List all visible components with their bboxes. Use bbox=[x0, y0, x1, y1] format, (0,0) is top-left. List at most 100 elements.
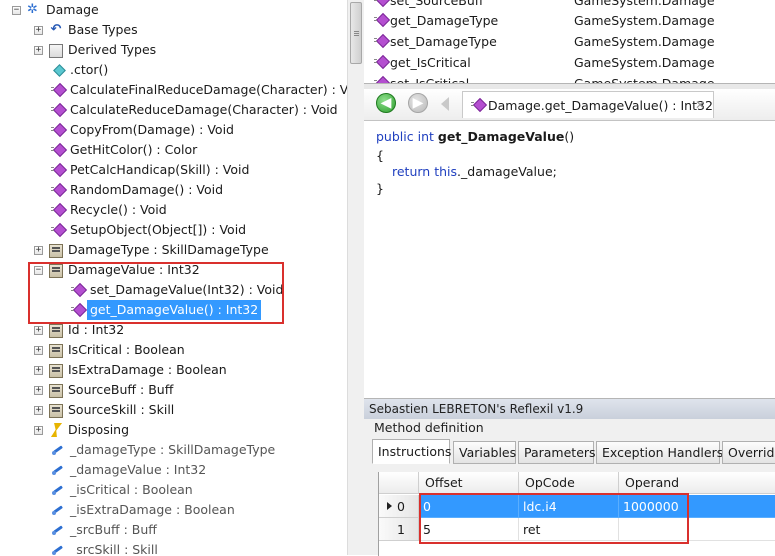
tree-node-property[interactable]: + SourceBuff : Buff bbox=[34, 380, 173, 400]
tab-instructions[interactable]: Instructions bbox=[372, 439, 451, 464]
tree-node-label: _isExtraDamage : Boolean bbox=[70, 502, 235, 517]
list-item[interactable]: set_DamageType GameSystem.Damage bbox=[364, 31, 775, 52]
method-icon bbox=[51, 223, 65, 237]
expand-toggle[interactable]: + bbox=[34, 245, 43, 255]
method-icon bbox=[51, 143, 65, 157]
tree-node-method[interactable]: RandomDamage() : Void bbox=[51, 180, 223, 200]
tree-node-method[interactable]: GetHitColor() : Color bbox=[51, 140, 197, 160]
list-item[interactable]: get_IsCritical GameSystem.Damage bbox=[364, 52, 775, 73]
tab-exception-handlers[interactable]: Exception Handlers bbox=[596, 441, 723, 464]
tree-node-label: Derived Types bbox=[68, 42, 157, 57]
expand-toggle[interactable]: + bbox=[34, 425, 43, 435]
tree-node-property[interactable]: + DamageType : SkillDamageType bbox=[34, 240, 269, 260]
column-header-opcode[interactable]: OpCode bbox=[519, 472, 619, 494]
member-declaring-type: GameSystem.Damage bbox=[574, 55, 715, 70]
row-header[interactable]: 0 bbox=[379, 495, 419, 518]
collapse-toggle[interactable]: − bbox=[34, 265, 43, 275]
tree-node-field[interactable]: _srcSkill : Skill bbox=[51, 540, 158, 555]
tree-node-field[interactable]: _srcBuff : Buff bbox=[51, 520, 157, 540]
table-cell-operand[interactable] bbox=[619, 518, 775, 541]
row-header[interactable]: 1 bbox=[379, 518, 419, 541]
member-name: get_IsCritical bbox=[390, 55, 471, 70]
method-icon bbox=[51, 103, 65, 117]
code-line-open-brace: { bbox=[376, 148, 384, 163]
tree-node-label: .ctor() bbox=[70, 62, 109, 77]
field-reference[interactable]: ._damageValue; bbox=[457, 164, 557, 179]
tree-node-field[interactable]: _isExtraDamage : Boolean bbox=[51, 500, 235, 520]
expand-toggle[interactable]: + bbox=[34, 325, 43, 335]
tree-node-label: IsExtraDamage : Boolean bbox=[68, 362, 227, 377]
type-tree[interactable]: − ✲ Damage + ↶ Base Types + Derived Type… bbox=[0, 0, 347, 555]
document-tab[interactable]: Damage.get_DamageValue() : Int32 ✕ bbox=[462, 91, 714, 118]
method-icon bbox=[51, 123, 65, 137]
instructions-grid[interactable]: Offset OpCode Operand 0 0 ldc.i4 1000000… bbox=[378, 472, 775, 556]
table-cell-opcode[interactable]: ldc.i4 bbox=[519, 495, 619, 518]
table-cell-opcode[interactable]: ret bbox=[519, 518, 619, 541]
grip-icon bbox=[354, 31, 359, 32]
tree-node-setter[interactable]: set_DamageValue(Int32) : Void bbox=[71, 280, 283, 300]
tree-node-damage[interactable]: − ✲ Damage bbox=[12, 0, 99, 20]
expand-toggle[interactable]: + bbox=[34, 365, 43, 375]
tab-parameters[interactable]: Parameters bbox=[518, 441, 596, 464]
tree-node-label: _srcSkill : Skill bbox=[70, 542, 158, 555]
method-icon bbox=[51, 183, 65, 197]
tree-node-label: CalculateFinalReduceDamage(Character) : … bbox=[70, 82, 347, 97]
tree-node-field[interactable]: _damageType : SkillDamageType bbox=[51, 440, 275, 460]
forward-button[interactable]: ▶ bbox=[408, 93, 428, 113]
tree-node-method[interactable]: Recycle() : Void bbox=[51, 200, 167, 220]
column-header-operand[interactable]: Operand bbox=[619, 472, 775, 494]
tree-node-property-damagevalue[interactable]: − DamageValue : Int32 bbox=[34, 260, 200, 280]
tree-node-getter-selected[interactable]: get_DamageValue() : Int32 bbox=[71, 300, 262, 320]
event-icon bbox=[49, 423, 63, 437]
tree-node-event[interactable]: + Disposing bbox=[34, 420, 129, 440]
tree-node-method[interactable]: CalculateFinalReduceDamage(Character) : … bbox=[51, 80, 347, 100]
tab-variables[interactable]: Variables bbox=[453, 441, 516, 464]
scrollbar-thumb[interactable] bbox=[350, 2, 362, 64]
tree-node-property[interactable]: + SourceSkill : Skill bbox=[34, 400, 174, 420]
tree-node-derived-types[interactable]: + Derived Types bbox=[34, 40, 156, 60]
table-cell-operand[interactable]: 1000000 bbox=[619, 495, 775, 518]
tree-node-label: Recycle() : Void bbox=[70, 202, 167, 217]
table-cell-offset[interactable]: 5 bbox=[419, 518, 519, 541]
tree-node-field[interactable]: _damageValue : Int32 bbox=[51, 460, 206, 480]
expand-toggle[interactable]: + bbox=[34, 405, 43, 415]
field-icon bbox=[51, 483, 65, 497]
member-list[interactable]: set_SourceBuff GameSystem.Damage get_Dam… bbox=[364, 0, 775, 84]
tree-node-field[interactable]: _isCritical : Boolean bbox=[51, 480, 193, 500]
tree-node-label: GetHitColor() : Color bbox=[70, 142, 198, 157]
current-row-icon bbox=[387, 502, 392, 510]
history-dropdown-icon[interactable] bbox=[441, 97, 449, 111]
tree-node-property[interactable]: + IsCritical : Boolean bbox=[34, 340, 185, 360]
tree-node-property[interactable]: + Id : Int32 bbox=[34, 320, 124, 340]
tree-node-method[interactable]: CopyFrom(Damage) : Void bbox=[51, 120, 234, 140]
collapse-toggle[interactable]: − bbox=[12, 5, 21, 15]
expand-toggle[interactable]: + bbox=[34, 385, 43, 395]
expand-toggle[interactable]: + bbox=[34, 25, 43, 35]
expand-toggle[interactable]: + bbox=[34, 345, 43, 355]
tab-override[interactable]: Override bbox=[722, 441, 775, 464]
close-tab-icon[interactable]: ✕ bbox=[695, 92, 705, 119]
tree-node-ctor[interactable]: .ctor() bbox=[51, 60, 108, 80]
back-button[interactable]: ◀ bbox=[376, 93, 396, 113]
table-cell-offset[interactable]: 0 bbox=[419, 495, 519, 518]
list-item[interactable]: set_IsCritical GameSystem.Damage bbox=[364, 73, 775, 83]
tree-node-label: DamageType : SkillDamageType bbox=[68, 242, 269, 257]
tree-node-base-types[interactable]: + ↶ Base Types bbox=[34, 20, 138, 40]
list-item[interactable]: get_DamageType GameSystem.Damage bbox=[364, 10, 775, 31]
code-view[interactable]: public int get_DamageValue() { return th… bbox=[364, 121, 775, 398]
panel-subtitle: Method definition bbox=[374, 420, 484, 435]
tree-node-property[interactable]: + IsExtraDamage : Boolean bbox=[34, 360, 227, 380]
tree-node-method[interactable]: SetupObject(Object[]) : Void bbox=[51, 220, 246, 240]
method-name[interactable]: get_DamageValue bbox=[438, 129, 564, 144]
constructor-icon bbox=[51, 63, 65, 77]
column-header-offset[interactable]: Offset bbox=[419, 472, 519, 494]
member-name: get_DamageType bbox=[390, 13, 499, 28]
tree-node-method[interactable]: CalculateReduceDamage(Character) : Void bbox=[51, 100, 338, 120]
tree-node-method[interactable]: PetCalcHandicap(Skill) : Void bbox=[51, 160, 249, 180]
method-icon bbox=[71, 303, 85, 317]
grid-corner bbox=[379, 472, 419, 494]
expand-toggle[interactable]: + bbox=[34, 45, 43, 55]
tree-scrollbar[interactable] bbox=[347, 0, 364, 555]
method-icon bbox=[374, 0, 388, 7]
member-declaring-type: GameSystem.Damage bbox=[574, 34, 715, 49]
